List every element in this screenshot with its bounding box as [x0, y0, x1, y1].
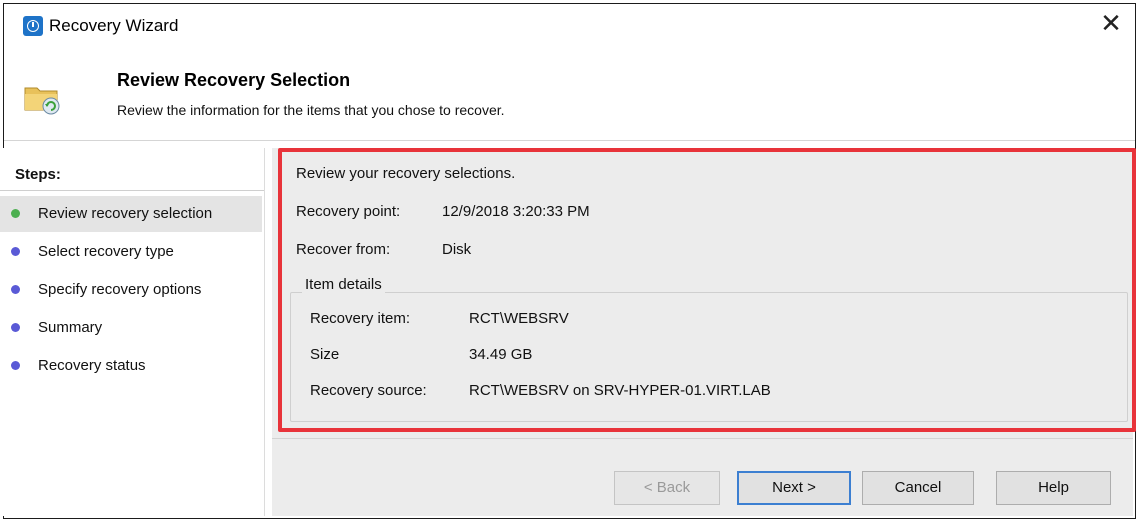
step-recovery-status[interactable]: Recovery status [0, 348, 262, 384]
recovery-clock-icon [23, 16, 43, 36]
close-button[interactable]: ✕ [1091, 6, 1131, 42]
step-bullet-icon [11, 209, 20, 218]
step-bullet-icon [11, 361, 20, 370]
step-bullet-icon [11, 323, 20, 332]
step-label: Summary [38, 319, 103, 336]
footer-divider [272, 438, 1133, 439]
step-specify-recovery-options[interactable]: Specify recovery options [0, 272, 262, 308]
step-bullet-icon [11, 285, 20, 294]
steps-divider [0, 190, 264, 191]
steps-heading: Steps: [15, 166, 61, 183]
step-label: Specify recovery options [38, 281, 202, 298]
page-subtitle: Review the information for the items tha… [117, 102, 505, 118]
page-title: Review Recovery Selection [117, 70, 351, 90]
step-label: Select recovery type [38, 243, 174, 260]
next-button[interactable]: Next > [737, 471, 851, 505]
window-title: Recovery Wizard [49, 16, 179, 35]
folder-recovery-icon [24, 87, 60, 115]
header-divider [4, 140, 1135, 141]
steps-panel: Steps: Review recovery selection Select … [0, 148, 265, 516]
step-label: Review recovery selection [38, 205, 213, 222]
help-button[interactable]: Help [996, 471, 1111, 505]
step-review-recovery-selection[interactable]: Review recovery selection [0, 196, 262, 232]
step-label: Recovery status [38, 357, 146, 374]
step-select-recovery-type[interactable]: Select recovery type [0, 234, 262, 270]
selection-highlight-frame [278, 148, 1136, 432]
step-bullet-icon [11, 247, 20, 256]
title-bar: Recovery Wizard ✕ [4, 4, 1135, 46]
step-summary[interactable]: Summary [0, 310, 262, 346]
back-button[interactable]: < Back [614, 471, 720, 505]
cancel-button[interactable]: Cancel [862, 471, 974, 505]
wizard-header: Review Recovery Selection Review the inf… [4, 46, 1135, 140]
